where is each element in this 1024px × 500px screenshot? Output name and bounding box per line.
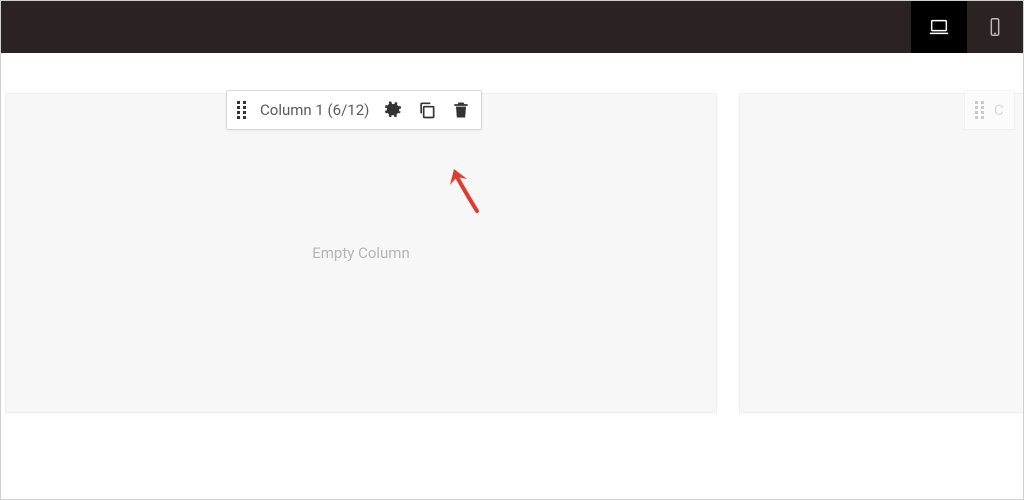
laptop-icon <box>928 16 950 38</box>
phone-icon <box>984 16 1006 38</box>
column-2-toolbar: C <box>964 90 1015 130</box>
trash-icon <box>451 100 471 120</box>
settings-button[interactable] <box>383 100 403 120</box>
desktop-view-button[interactable] <box>911 1 967 53</box>
device-toolbar <box>1 1 1023 53</box>
copy-icon <box>417 100 437 120</box>
drag-icon <box>975 101 984 119</box>
column-2[interactable]: C <box>739 93 1023 413</box>
empty-column-placeholder: Empty Column <box>312 244 410 262</box>
column-1[interactable]: Empty Column Column 1 (6/12) <box>5 93 717 413</box>
row: Empty Column Column 1 (6/12) <box>5 93 1023 413</box>
drag-icon <box>237 101 246 119</box>
delete-button[interactable] <box>451 100 471 120</box>
column-toolbar: Column 1 (6/12) <box>226 90 482 130</box>
column-label: Column 1 (6/12) <box>260 101 369 119</box>
drag-handle[interactable] <box>237 101 246 119</box>
column-2-label-fragment: C <box>994 101 1004 119</box>
copy-button[interactable] <box>417 100 437 120</box>
app-frame: Empty Column Column 1 (6/12) <box>0 0 1024 500</box>
layout-canvas: Empty Column Column 1 (6/12) <box>1 53 1023 499</box>
mobile-view-button[interactable] <box>967 1 1023 53</box>
gear-icon <box>383 100 403 120</box>
